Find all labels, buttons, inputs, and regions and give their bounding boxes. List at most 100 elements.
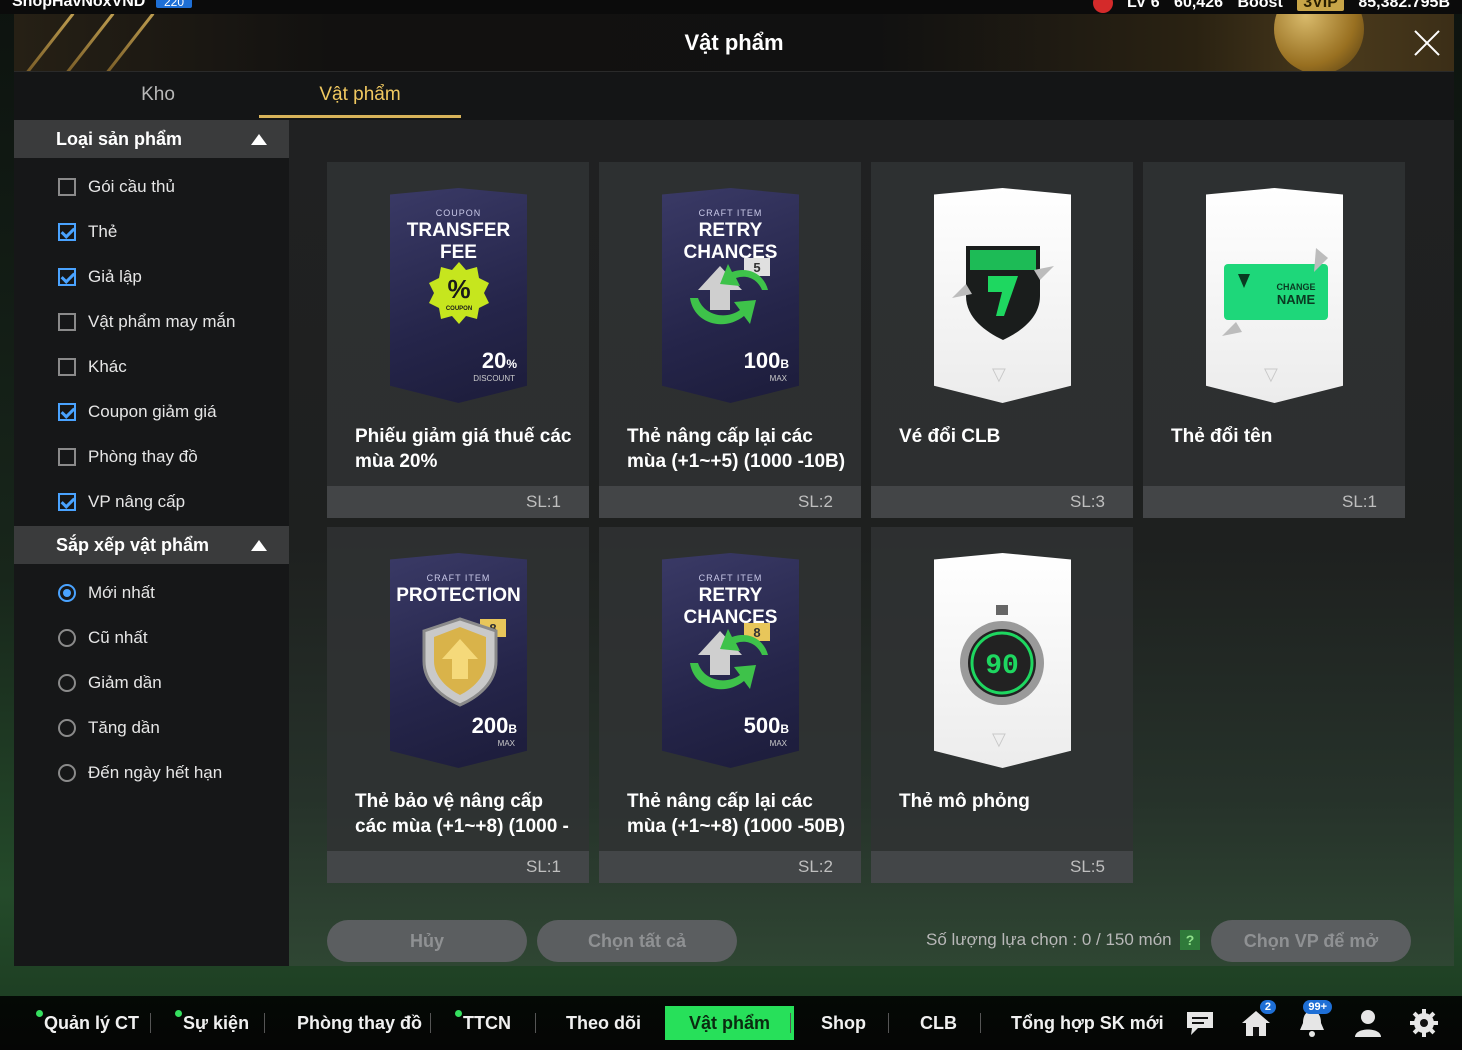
- item-card[interactable]: ▽ Vé đổi CLB SL:3: [871, 162, 1133, 518]
- radio-icon[interactable]: [58, 718, 76, 737]
- sort-section-header[interactable]: Sắp xếp vật phẩm: [14, 526, 289, 564]
- sort-option[interactable]: Mới nhất: [14, 570, 289, 615]
- select-all-button[interactable]: Chọn tất cả: [537, 920, 737, 962]
- nav-su-kien[interactable]: Sự kiện: [175, 1006, 249, 1040]
- category-filter-label: Vật phẩm may mắn: [88, 311, 236, 331]
- nav-quan-ly-ct[interactable]: Quản lý CT: [36, 1006, 140, 1040]
- nav-label: CLB: [920, 1013, 957, 1033]
- radio-icon[interactable]: [58, 763, 76, 782]
- cancel-button[interactable]: Hủy: [327, 920, 527, 962]
- nav-vat-pham[interactable]: Vật phẩm: [665, 1006, 795, 1040]
- item-card[interactable]: CRAFT ITEM RETRY CHANCES 5 100B MAX Thẻ …: [599, 162, 861, 518]
- item-card[interactable]: CRAFT ITEM RETRY CHANCES 8 500B MAX Thẻ …: [599, 527, 861, 883]
- card-type-label: PROTECTION: [396, 585, 521, 606]
- radio-icon[interactable]: [58, 673, 76, 692]
- item-quantity: SL:2: [798, 857, 833, 876]
- category-filter-option[interactable]: Phòng thay đồ: [14, 434, 289, 479]
- checkbox-icon[interactable]: [58, 357, 76, 376]
- profile-icon[interactable]: [1352, 1008, 1384, 1038]
- item-quantity: SL:1: [1342, 492, 1377, 511]
- window-header: Vật phẩm: [14, 14, 1454, 72]
- nav-clb[interactable]: CLB: [920, 1006, 957, 1040]
- category-filter-option[interactable]: VP nâng cấp: [14, 479, 289, 524]
- retry-arrows-icon: 8: [690, 623, 770, 690]
- coupon-glyph: COUPON: [446, 306, 472, 312]
- item-card[interactable]: 90 ▽ Thẻ mô phỏng SL:5: [871, 527, 1133, 883]
- category-filter-label: Thẻ: [88, 221, 118, 241]
- sort-option[interactable]: Giảm dần: [14, 660, 289, 705]
- category-section-header[interactable]: Loại sản phẩm: [14, 120, 289, 158]
- quantity-bar: SL:5: [871, 851, 1133, 883]
- category-filter-option[interactable]: Gói cầu thủ: [14, 164, 289, 209]
- item-card[interactable]: CRAFT ITEM PROTECTION 8 200B MAX Thẻ bảo…: [327, 527, 589, 883]
- category-filter-option[interactable]: Khác: [14, 344, 289, 389]
- name-change-card-image: CHANGE NAME ▽: [1206, 188, 1343, 403]
- category-filter-option[interactable]: Thẻ: [14, 209, 289, 254]
- retry-arrows-icon: 5: [690, 258, 770, 325]
- points-text: 60,426: [1174, 0, 1223, 12]
- quantity-bar: SL:1: [327, 486, 589, 518]
- quantity-bar: SL:1: [327, 851, 589, 883]
- sort-option[interactable]: Đến ngày hết hạn: [14, 750, 289, 795]
- nav-label: Vật phẩm: [689, 1013, 771, 1033]
- category-header-label: Loại sản phẩm: [56, 128, 183, 149]
- item-quantity: SL:5: [1070, 857, 1105, 876]
- item-name: Thẻ nâng cấp lại các mùa (+1~+8) (1000 -…: [627, 791, 846, 837]
- radio-icon[interactable]: [58, 628, 76, 647]
- gear-icon[interactable]: [1408, 1008, 1440, 1038]
- nav-label: Phòng thay đồ: [297, 1013, 422, 1033]
- card-kind-label: CRAFT ITEM: [698, 208, 763, 218]
- category-filter-option[interactable]: Giả lập: [14, 254, 289, 299]
- protection-card-image: CRAFT ITEM PROTECTION 8 200B MAX: [390, 553, 527, 768]
- notification-dot: [455, 1010, 462, 1017]
- checkbox-icon[interactable]: [58, 177, 76, 196]
- card-type-label: TRANSFER FEE: [406, 220, 511, 263]
- item-card[interactable]: COUPON TRANSFER FEE % COUPON 20% DISCOUN…: [327, 162, 589, 518]
- card-value: 100B: [743, 348, 789, 373]
- fc-logo-icon: ▽: [992, 364, 1006, 384]
- checkbox-checked-icon[interactable]: [58, 402, 76, 421]
- nav-shop[interactable]: Shop: [821, 1006, 866, 1040]
- close-icon[interactable]: [1410, 26, 1444, 60]
- sort-option[interactable]: Cũ nhất: [14, 615, 289, 660]
- category-filter-option[interactable]: Vật phẩm may mắn: [14, 299, 289, 344]
- checkbox-checked-icon[interactable]: [58, 222, 76, 241]
- bp-text: 85,382.795B: [1358, 0, 1450, 12]
- category-filter-option[interactable]: Coupon giảm giá: [14, 389, 289, 434]
- chat-icon[interactable]: [1184, 1008, 1216, 1038]
- nav-divider: [264, 1013, 265, 1033]
- sort-option[interactable]: Tăng dần: [14, 705, 289, 750]
- nav-label: Tổng hợp SK mới: [1011, 1013, 1164, 1033]
- checkbox-icon[interactable]: [58, 447, 76, 466]
- checkbox-checked-icon[interactable]: [58, 267, 76, 286]
- help-icon[interactable]: ?: [1180, 930, 1200, 950]
- nav-ttcn[interactable]: TTCN: [455, 1006, 511, 1040]
- protection-shield-icon: 8: [422, 617, 506, 707]
- radio-selected-icon[interactable]: [58, 583, 76, 602]
- notification-dot: [175, 1010, 182, 1017]
- stopwatch-icon: 90: [960, 605, 1044, 705]
- nav-label: Shop: [821, 1013, 866, 1033]
- coupon-card-image: COUPON TRANSFER FEE % COUPON 20% DISCOUN…: [390, 188, 527, 403]
- bell-icon[interactable]: 99+: [1296, 1000, 1332, 1038]
- open-selected-button[interactable]: Chọn VP để mở: [1211, 920, 1411, 962]
- nav-divider: [150, 1013, 151, 1033]
- home-icon[interactable]: 2: [1240, 1000, 1276, 1038]
- tab-vat-pham[interactable]: Vật phẩm: [259, 72, 461, 118]
- nav-label: Quản lý CT: [44, 1013, 140, 1033]
- name-tag-icon: CHANGE NAME: [1222, 248, 1328, 336]
- club-ticket-card-image: ▽: [934, 188, 1071, 403]
- nav-phong-thay-do[interactable]: Phòng thay đồ: [297, 1006, 422, 1040]
- card-kind-label: COUPON: [435, 208, 482, 218]
- checkbox-icon[interactable]: [58, 312, 76, 331]
- nav-tong-hop-sk-moi[interactable]: Tổng hợp SK mới: [1011, 1006, 1164, 1040]
- card-value: 20%: [481, 348, 517, 373]
- nav-theo-doi[interactable]: Theo dõi: [566, 1006, 641, 1040]
- item-name: Vé đổi CLB: [899, 426, 1001, 447]
- category-filter-label: Giả lập: [88, 266, 142, 286]
- item-card[interactable]: CHANGE NAME ▽ Thẻ đổi tên SL:1: [1143, 162, 1405, 518]
- lv-text: LV 6: [1126, 0, 1160, 12]
- tab-kho[interactable]: Kho: [58, 72, 258, 118]
- checkbox-checked-icon[interactable]: [58, 492, 76, 511]
- rank-icon: [1092, 0, 1113, 13]
